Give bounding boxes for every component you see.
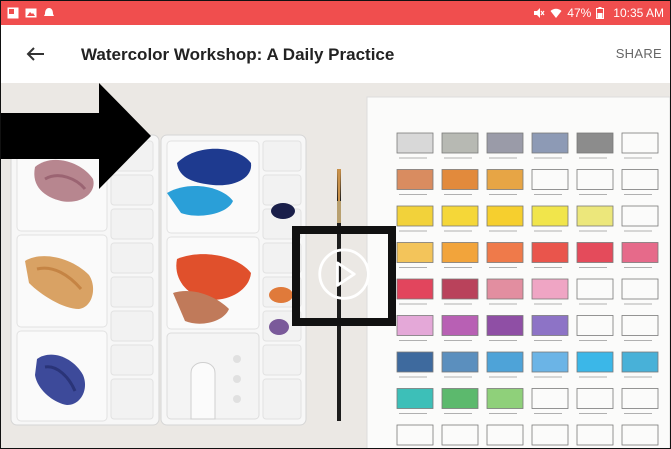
paint-swatch (576, 205, 614, 227)
paint-swatch (531, 132, 569, 154)
paint-swatch (576, 424, 614, 446)
paint-swatch (486, 351, 524, 373)
paint-swatch (531, 169, 569, 190)
battery-percent: 47% (567, 6, 592, 20)
paint-swatch (486, 315, 524, 336)
mute-icon (533, 7, 545, 19)
paint-swatch (576, 132, 614, 154)
paint-swatch (396, 315, 434, 336)
image-notification-icon (25, 6, 37, 18)
paint-swatch (621, 132, 659, 154)
paint-swatch (441, 315, 479, 336)
paint-swatch (396, 388, 434, 409)
paint-swatch (441, 132, 479, 154)
paint-swatch (621, 278, 659, 300)
paint-swatch (486, 242, 524, 263)
alert-notification-icon (43, 6, 55, 18)
paint-swatch (486, 424, 524, 446)
paint-swatch (576, 242, 614, 263)
paint-swatch (441, 205, 479, 227)
black-arrow-annotation (1, 83, 151, 189)
paint-swatch (621, 315, 659, 336)
play-button-highlight[interactable] (292, 226, 396, 326)
paint-swatch (441, 351, 479, 373)
wifi-icon (550, 7, 562, 19)
gallery-notification-icon (7, 6, 19, 19)
paint-swatch (621, 205, 659, 227)
battery-icon (596, 7, 608, 19)
paint-swatch (531, 242, 569, 263)
paint-swatch (396, 242, 434, 263)
paint-swatch (486, 278, 524, 300)
paint-swatch (396, 424, 434, 446)
paint-swatch (531, 388, 569, 409)
app-window: 47% 10:35 AM Watercolor Workshop: A Dail… (0, 0, 671, 449)
play-circle-icon (318, 248, 370, 300)
paint-swatch (531, 315, 569, 336)
paint-swatch (441, 424, 479, 446)
paint-swatch (621, 388, 659, 409)
paint-swatch (441, 388, 479, 409)
back-button[interactable] (21, 39, 51, 69)
paint-swatch (441, 242, 479, 263)
paint-swatch (531, 205, 569, 227)
arrow-back-icon (26, 47, 44, 61)
paint-swatch (441, 278, 479, 300)
video-player[interactable] (1, 83, 670, 448)
paint-swatch (396, 351, 434, 373)
paint-swatch (486, 169, 524, 190)
paint-swatch (576, 315, 614, 336)
paint-swatch (396, 132, 434, 154)
paint-swatch (576, 169, 614, 190)
paint-swatch (396, 169, 434, 190)
paint-swatch (621, 169, 659, 190)
paint-swatch (621, 351, 659, 373)
page-title: Watercolor Workshop: A Daily Practice (81, 45, 395, 64)
clock: 10:35 AM (613, 6, 664, 20)
paint-swatch (531, 278, 569, 300)
paint-swatch (486, 388, 524, 409)
paint-swatch (621, 242, 659, 263)
paint-swatch (486, 205, 524, 227)
app-bar: Watercolor Workshop: A Daily Practice SH… (1, 25, 670, 83)
paint-swatch (441, 169, 479, 190)
paint-swatch (621, 424, 659, 446)
paint-swatch (576, 351, 614, 373)
paint-swatch (531, 351, 569, 373)
paint-swatch (396, 278, 434, 300)
status-bar: 47% 10:35 AM (1, 1, 670, 25)
paint-swatch (576, 278, 614, 300)
paint-swatch (531, 424, 569, 446)
paint-swatch (486, 132, 524, 154)
palette-right (160, 134, 307, 426)
paint-swatch (576, 388, 614, 409)
system-status: 47% 10:35 AM (533, 6, 664, 20)
paint-swatch (396, 205, 434, 227)
share-button[interactable]: SHARE (616, 46, 662, 61)
notification-icons (7, 6, 55, 19)
